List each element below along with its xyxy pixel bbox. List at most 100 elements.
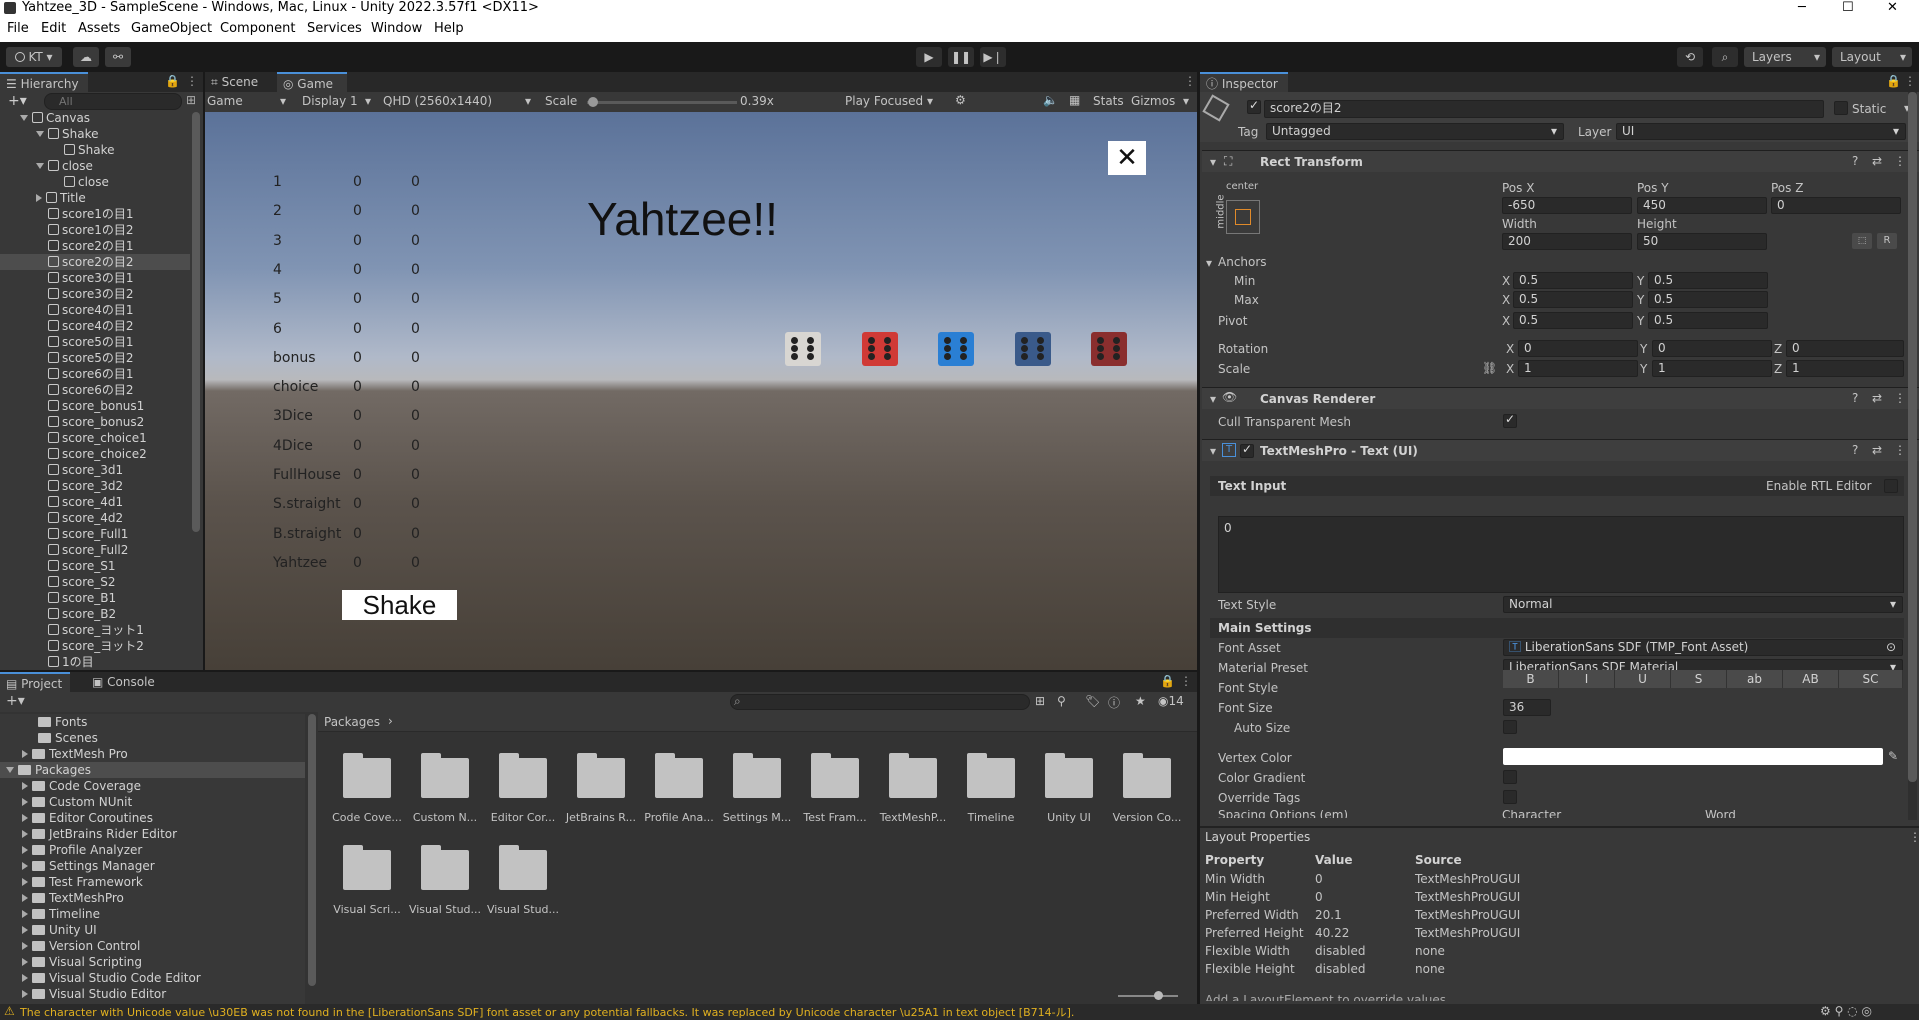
game-viewport[interactable]: 1 0 0 2 0 0 3 0 0 4 0 0 5 0 0 6 0 0 bonus 0 0 choice 0 0 3Dice 0 0… <box>205 112 1197 670</box>
rotation-z-field[interactable]: 0 <box>1786 340 1904 357</box>
cull-transparent-mesh-checkbox[interactable] <box>1503 412 1517 428</box>
hierarchy-item[interactable]: close <box>0 158 190 174</box>
lowercase-button[interactable]: ab <box>1727 670 1783 688</box>
hierarchy-search-input[interactable] <box>44 93 182 110</box>
project-tree-item[interactable]: Scenes <box>0 730 305 746</box>
add-icon[interactable]: +▾ <box>6 693 25 709</box>
gizmos-button[interactable]: Gizmos <box>1131 94 1175 108</box>
folder-item[interactable]: Profile Ana... <box>640 753 718 836</box>
hierarchy-item[interactable]: score_choice2 <box>0 446 190 462</box>
game-close-button[interactable]: ✕ <box>1108 141 1146 175</box>
more-menu-icon[interactable]: ⋮ <box>1180 674 1192 688</box>
project-tree-item[interactable]: Test Framework <box>0 874 305 890</box>
posy-field[interactable]: 450 <box>1637 197 1767 214</box>
uppercase-button[interactable]: AB <box>1783 670 1839 688</box>
canvas-renderer-header[interactable]: ▾ 👁 Canvas Renderer ? ⇄ ⋮ <box>1202 387 1919 409</box>
step-button[interactable]: ▶❘ <box>980 47 1006 67</box>
bold-button[interactable]: B <box>1503 670 1559 688</box>
layer-dropdown[interactable]: UI ▾ <box>1616 123 1906 140</box>
hierarchy-item[interactable]: score_Full1 <box>0 526 190 542</box>
label-icon[interactable]: 🏷 <box>1085 694 1100 708</box>
stats-button[interactable]: Stats <box>1093 94 1124 108</box>
project-tree-item[interactable]: Settings Manager <box>0 858 305 874</box>
hierarchy-item[interactable]: score_B2 <box>0 606 190 622</box>
cloud-button[interactable]: ☁ <box>73 47 99 67</box>
tab-hierarchy[interactable]: ☰ Hierarchy <box>0 72 88 92</box>
pause-button[interactable]: ❚❚ <box>948 47 974 67</box>
target-icon[interactable]: ⊙ <box>1886 640 1896 655</box>
game-mode-dropdown[interactable]: Game <box>207 94 243 108</box>
help-icon[interactable]: ? <box>1852 154 1858 168</box>
presets-icon[interactable]: ⇄ <box>1872 154 1882 168</box>
history-icon[interactable]: ⟲ <box>1677 47 1703 67</box>
more-menu-icon[interactable]: ⋮ <box>1894 443 1906 457</box>
scale-slider-track[interactable] <box>587 97 737 107</box>
maximize-button[interactable]: ☐ <box>1842 0 1854 15</box>
font-size-field[interactable]: 36 <box>1503 699 1551 716</box>
scale-y-field[interactable]: 1 <box>1652 360 1772 377</box>
project-tree-item[interactable]: Profile Analyzer <box>0 842 305 858</box>
font-asset-field[interactable]: 🅃 LiberationSans SDF (TMP_Font Asset) ⊙ <box>1503 639 1903 656</box>
folder-item[interactable]: Test Fram... <box>796 753 874 836</box>
shake-button[interactable]: Shake <box>342 590 457 620</box>
project-tree-item[interactable]: TextMeshPro <box>0 890 305 906</box>
menu-edit[interactable]: Edit <box>41 21 66 36</box>
hierarchy-item[interactable]: score_3d1 <box>0 462 190 478</box>
play-button[interactable]: ▶ <box>916 47 942 67</box>
chevron-right-icon[interactable] <box>22 942 28 950</box>
search-by-type-icon[interactable]: ⊞ <box>1035 694 1045 708</box>
project-tree-item[interactable]: Code Coverage <box>0 778 305 794</box>
project-tree-item[interactable]: Timeline <box>0 906 305 922</box>
more-menu-icon[interactable]: ⋮ <box>1184 74 1196 88</box>
layers-dropdown[interactable]: Layers ▾ <box>1744 47 1826 67</box>
hierarchy-item[interactable]: score1の目1 <box>0 206 190 222</box>
folder-item[interactable]: Version Co... <box>1108 753 1186 836</box>
hierarchy-item[interactable]: score_ヨット1 <box>0 622 190 638</box>
chevron-right-icon[interactable] <box>22 958 28 966</box>
account-dropdown[interactable]: KT ▾ <box>6 47 62 67</box>
underline-button[interactable]: U <box>1615 670 1671 688</box>
posz-field[interactable]: 0 <box>1771 197 1901 214</box>
menu-file[interactable]: File <box>7 21 29 36</box>
tab-console[interactable]: ▣ Console <box>86 672 166 692</box>
filter-icon[interactable]: ⊞ <box>186 93 196 107</box>
lock-icon[interactable]: 🔒 <box>165 74 180 88</box>
rotation-x-field[interactable]: 0 <box>1518 340 1638 357</box>
play-focused-dropdown[interactable]: Play Focused ▾ <box>845 94 933 108</box>
menu-help[interactable]: Help <box>434 21 464 36</box>
project-tree-item[interactable]: Custom NUnit <box>0 794 305 810</box>
hierarchy-item[interactable]: score_S2 <box>0 574 190 590</box>
posx-field[interactable]: -650 <box>1502 197 1632 214</box>
icon-size-thumb[interactable] <box>1154 991 1163 1000</box>
hierarchy-item[interactable]: score_S1 <box>0 558 190 574</box>
hierarchy-item[interactable]: score_3d2 <box>0 478 190 494</box>
hierarchy-item[interactable]: Title <box>0 190 190 206</box>
hierarchy-item[interactable]: score_bonus2 <box>0 414 190 430</box>
help-icon[interactable]: ? <box>1852 391 1858 405</box>
die[interactable] <box>1091 332 1127 366</box>
chevron-right-icon[interactable] <box>22 974 28 982</box>
tab-game[interactable]: ◎ Game <box>277 72 347 92</box>
folder-item[interactable]: Visual Stud... <box>484 845 562 928</box>
folder-item[interactable]: JetBrains R... <box>562 753 640 836</box>
add-icon[interactable]: +▾ <box>8 93 27 109</box>
favorite-icon[interactable]: ★ <box>1135 694 1146 708</box>
menu-assets[interactable]: Assets <box>78 21 120 36</box>
chevron-right-icon[interactable] <box>22 878 28 886</box>
hierarchy-item[interactable]: score_choice1 <box>0 430 190 446</box>
hierarchy-item[interactable]: score_4d1 <box>0 494 190 510</box>
hierarchy-item[interactable]: score3の目2 <box>0 286 190 302</box>
layout-dropdown[interactable]: Layout ▾ <box>1832 47 1912 67</box>
display-dropdown[interactable]: Display 1 <box>302 94 358 108</box>
chevron-down-icon[interactable]: ▾ <box>1206 256 1212 270</box>
more-menu-icon[interactable]: ⋮ <box>1894 391 1906 405</box>
chevron-right-icon[interactable] <box>22 846 28 854</box>
hierarchy-item[interactable]: Shake <box>0 126 190 142</box>
status-message[interactable]: The character with Unicode value \u30EB … <box>20 1004 1074 1020</box>
scale-x-field[interactable]: 1 <box>1518 360 1638 377</box>
chevron-right-icon[interactable] <box>36 194 42 202</box>
help-icon[interactable]: ? <box>1852 443 1858 457</box>
hierarchy-item[interactable]: Canvas <box>0 110 190 126</box>
folder-item[interactable]: Editor Cor... <box>484 753 562 836</box>
anchor-min-x-field[interactable]: 0.5 <box>1513 272 1633 289</box>
